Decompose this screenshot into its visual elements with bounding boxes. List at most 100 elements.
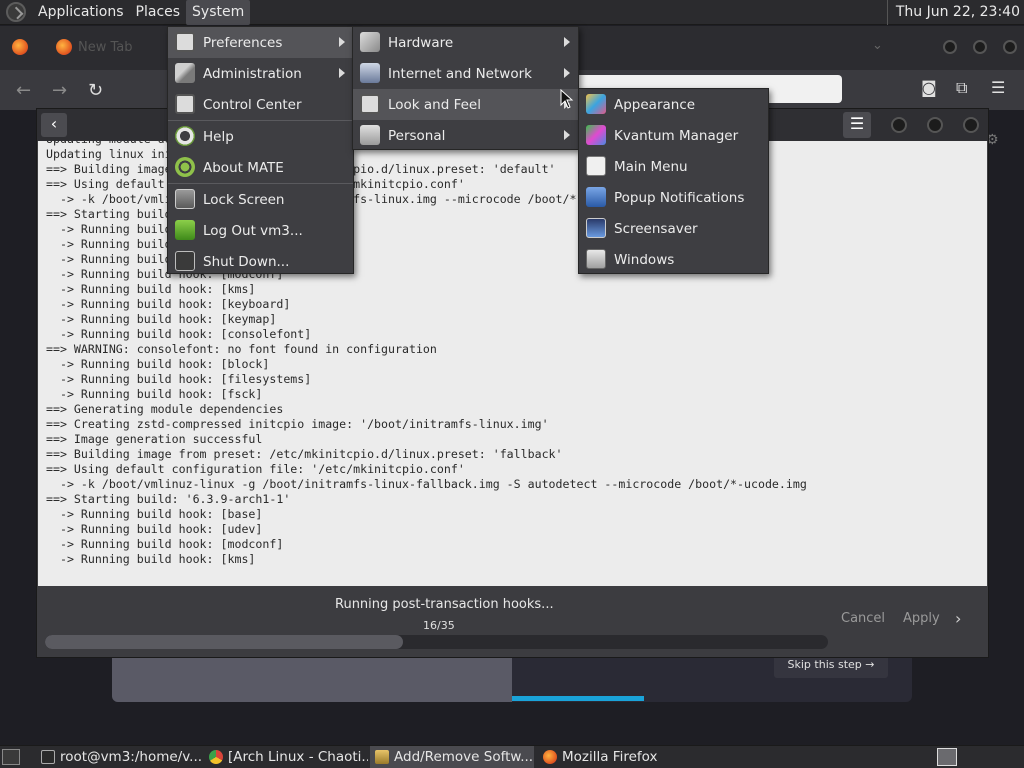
firefox-icon[interactable] xyxy=(12,39,28,55)
progress-fill xyxy=(45,635,403,649)
menu-item-label: Hardware xyxy=(388,34,454,51)
minimize-circle-icon[interactable] xyxy=(943,40,957,54)
applications-menu[interactable]: Applications xyxy=(32,0,130,25)
menu-item-kvantum-manager[interactable]: Kvantum Manager xyxy=(579,120,768,151)
main-menu-icon xyxy=(586,156,606,176)
menu-item-label: Administration xyxy=(203,65,302,82)
menu-item-about-mate[interactable]: About MATE xyxy=(168,152,353,183)
network-icon xyxy=(360,63,380,83)
task-label: root@vm3:/home/v... xyxy=(60,749,203,765)
close-circle-icon[interactable] xyxy=(963,117,979,133)
menu-item-control-center[interactable]: Control Center xyxy=(168,89,353,120)
preferences-menu: Hardware Internet and Network Look and F… xyxy=(352,26,579,150)
system-menu: Preferences Administration Control Cente… xyxy=(167,26,354,274)
menu-item-label: Personal xyxy=(388,127,446,144)
menu-item-personal[interactable]: Personal xyxy=(353,120,578,151)
package-icon xyxy=(375,750,389,764)
submenu-arrow-icon xyxy=(564,37,570,47)
gear-icon xyxy=(175,94,195,114)
tools-icon xyxy=(175,63,195,83)
logout-icon xyxy=(175,220,195,240)
task-terminal[interactable]: root@vm3:/home/v... xyxy=(36,746,204,768)
apply-button[interactable]: Apply xyxy=(903,611,940,626)
task-label: [Arch Linux - Chaoti... xyxy=(228,749,368,765)
submenu-arrow-icon xyxy=(339,68,345,78)
forward-arrow-icon[interactable]: → xyxy=(52,80,67,101)
menu-item-main-menu[interactable]: Main Menu xyxy=(579,151,768,182)
back-button[interactable]: ‹ xyxy=(41,113,67,137)
task-chromium[interactable]: [Arch Linux - Chaoti... xyxy=(204,746,368,768)
mate-logo-icon[interactable] xyxy=(6,2,26,22)
maximize-circle-icon[interactable] xyxy=(927,117,943,133)
menu-item-preferences[interactable]: Preferences xyxy=(168,27,353,58)
installer-progress-bar xyxy=(512,696,644,701)
menu-item-windows[interactable]: Windows xyxy=(579,244,768,275)
menu-item-help[interactable]: Help xyxy=(168,121,353,152)
menu-item-label: Help xyxy=(203,128,234,145)
menu-item-label: Kvantum Manager xyxy=(614,127,739,144)
menu-item-label: Appearance xyxy=(614,96,696,113)
menu-item-look-and-feel[interactable]: Look and Feel xyxy=(353,89,578,120)
submenu-arrow-icon xyxy=(564,130,570,140)
menu-item-label: Look and Feel xyxy=(388,96,481,113)
chromium-icon xyxy=(209,750,223,764)
clock[interactable]: Thu Jun 22, 23:40 xyxy=(886,0,1024,25)
places-menu[interactable]: Places xyxy=(130,0,187,25)
gear-icon xyxy=(360,94,380,114)
details-arrow-icon[interactable]: › xyxy=(955,609,961,628)
menu-item-popup-notifications[interactable]: Popup Notifications xyxy=(579,182,768,213)
menu-item-label: Main Menu xyxy=(614,158,688,175)
menu-item-shut-down[interactable]: Shut Down... xyxy=(168,246,353,277)
menu-item-label: Screensaver xyxy=(614,220,698,237)
close-circle-icon[interactable] xyxy=(1003,40,1017,54)
look-and-feel-menu: Appearance Kvantum Manager Main Menu Pop… xyxy=(578,88,769,274)
menu-item-label: Log Out vm3... xyxy=(203,222,303,239)
bottom-taskbar: root@vm3:/home/v... [Arch Linux - Chaoti… xyxy=(0,745,1024,768)
menu-item-screensaver[interactable]: Screensaver xyxy=(579,213,768,244)
screensaver-icon xyxy=(586,218,606,238)
personal-icon xyxy=(360,125,380,145)
gear-icon xyxy=(175,32,195,52)
firefox-tab-title[interactable]: New Tab xyxy=(78,40,133,55)
power-icon xyxy=(175,251,195,271)
back-arrow-icon[interactable]: ← xyxy=(16,80,31,101)
menu-item-label: Lock Screen xyxy=(203,191,285,208)
extensions-icon[interactable]: ⧉ xyxy=(956,78,967,98)
mate-icon xyxy=(175,157,195,177)
reload-icon[interactable]: ↻ xyxy=(88,80,103,101)
hamburger-menu-button[interactable]: ☰ xyxy=(843,112,871,138)
task-label: Mozilla Firefox xyxy=(562,749,658,765)
cancel-button[interactable]: Cancel xyxy=(841,611,885,626)
workspace-switcher[interactable] xyxy=(937,748,957,766)
menu-item-log-out[interactable]: Log Out vm3... xyxy=(168,215,353,246)
kvantum-icon xyxy=(586,125,606,145)
system-menu-button[interactable]: System xyxy=(186,0,251,25)
chevron-down-icon[interactable]: ⌄ xyxy=(872,38,883,53)
menu-item-hardware[interactable]: Hardware xyxy=(353,27,578,58)
firefox-icon xyxy=(543,750,557,764)
windows-icon xyxy=(586,249,606,269)
menu-item-label: Preferences xyxy=(203,34,283,51)
menu-item-administration[interactable]: Administration xyxy=(168,58,353,89)
hardware-icon xyxy=(360,32,380,52)
appearance-icon xyxy=(586,94,606,114)
menu-item-label: Internet and Network xyxy=(388,65,532,82)
menu-item-appearance[interactable]: Appearance xyxy=(579,89,768,120)
transaction-status: Running post-transaction hooks... xyxy=(335,597,554,612)
minimize-circle-icon[interactable] xyxy=(891,117,907,133)
show-desktop-icon[interactable] xyxy=(2,749,20,765)
menu-item-internet-and-network[interactable]: Internet and Network xyxy=(353,58,578,89)
notification-icon xyxy=(586,187,606,207)
terminal-icon xyxy=(41,750,55,764)
task-firefox[interactable]: Mozilla Firefox xyxy=(538,746,708,768)
menu-item-lock-screen[interactable]: Lock Screen xyxy=(168,184,353,215)
help-icon xyxy=(175,126,195,146)
submenu-arrow-icon xyxy=(564,68,570,78)
maximize-circle-icon[interactable] xyxy=(973,40,987,54)
pocket-icon[interactable]: ◙ xyxy=(921,78,937,97)
firefox-tab-icon xyxy=(56,39,72,55)
menu-item-label: About MATE xyxy=(203,159,284,176)
firefox-menu-icon[interactable]: ☰ xyxy=(991,78,1005,97)
menu-item-label: Windows xyxy=(614,251,675,268)
task-add-remove-software[interactable]: Add/Remove Softw... xyxy=(370,746,534,768)
